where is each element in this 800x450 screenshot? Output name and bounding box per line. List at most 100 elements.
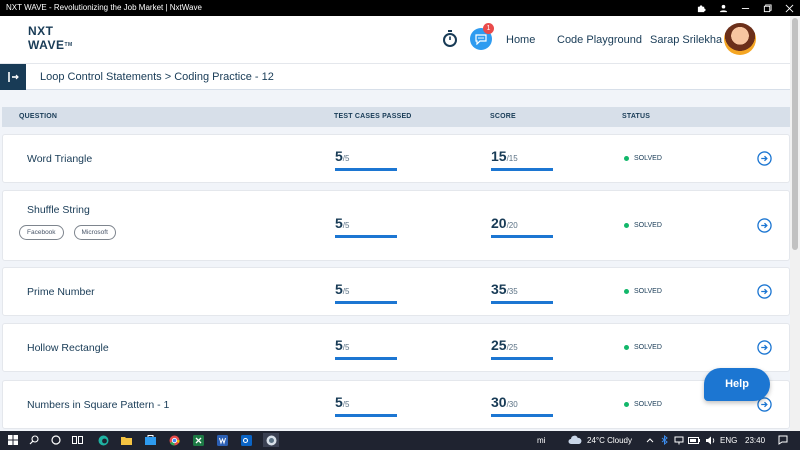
- scrollbar-thumb[interactable]: [792, 18, 798, 250]
- close-icon[interactable]: [778, 0, 800, 16]
- weather-text[interactable]: 24°C Cloudy: [587, 436, 632, 445]
- word-icon[interactable]: [215, 433, 229, 447]
- chrome-icon[interactable]: [167, 433, 181, 447]
- browser-app-icon[interactable]: [263, 433, 279, 447]
- tests-total-value: /5: [342, 221, 350, 230]
- logo-line-2: WAVE: [28, 38, 65, 52]
- arrow-right-circle-icon[interactable]: [757, 284, 772, 299]
- window-title: NXT WAVE - Revolutionizing the Job Marke…: [6, 3, 202, 12]
- notifications-icon[interactable]: [776, 433, 790, 447]
- user-name[interactable]: Sarap Srilekha: [650, 34, 722, 46]
- table-row[interactable]: Hollow Rectangle 5/5 25/25 SOLVED: [2, 323, 790, 372]
- breadcrumb-bar: Loop Control Statements > Coding Practic…: [0, 64, 790, 90]
- mi-label: mi: [537, 436, 546, 445]
- tests-passed-value: 5: [335, 337, 343, 353]
- tests-total-value: /5: [342, 154, 350, 163]
- puzzle-icon[interactable]: [690, 0, 712, 16]
- score-progress-bar: [491, 301, 553, 304]
- tests-total-value: /5: [342, 287, 350, 296]
- score: 35/35: [491, 281, 553, 304]
- sidebar-toggle-button[interactable]: [0, 64, 26, 90]
- tests-passed: 5/5: [335, 337, 397, 360]
- table-row[interactable]: Numbers in Square Pattern - 1 5/5 30/30 …: [2, 380, 790, 429]
- windows-icon[interactable]: [6, 433, 20, 447]
- nav-home-link[interactable]: Home: [506, 34, 535, 46]
- tests-progress-fill: [335, 301, 397, 304]
- avatar[interactable]: [724, 23, 756, 55]
- question-name[interactable]: Hollow Rectangle: [27, 342, 109, 354]
- clock[interactable]: 23:40: [745, 436, 765, 445]
- table-row[interactable]: Shuffle String Facebook Microsoft 5/5 20…: [2, 190, 790, 261]
- volume-icon[interactable]: [703, 433, 717, 447]
- status-label: SOLVED: [634, 344, 662, 351]
- help-button[interactable]: Help: [704, 368, 770, 401]
- status-dot: [624, 223, 629, 228]
- tests-progress-bar: [335, 357, 397, 360]
- status-label: SOLVED: [634, 288, 662, 295]
- cortana-icon[interactable]: [49, 433, 63, 447]
- status-label: SOLVED: [634, 401, 662, 408]
- score-progress-bar: [491, 235, 553, 238]
- question-name[interactable]: Shuffle String: [27, 204, 90, 216]
- score-total-value: /20: [506, 221, 518, 230]
- score-total-value: /25: [506, 343, 518, 352]
- task-view-icon[interactable]: [70, 433, 84, 447]
- score-progress-fill: [491, 357, 553, 360]
- edge-icon[interactable]: [96, 433, 110, 447]
- store-icon[interactable]: [143, 433, 157, 447]
- outlook-icon[interactable]: [239, 433, 253, 447]
- stopwatch-icon[interactable]: [442, 30, 458, 48]
- score-total-value: /30: [506, 400, 518, 409]
- search-icon[interactable]: [27, 433, 41, 447]
- network-icon[interactable]: [672, 433, 686, 447]
- question-name[interactable]: Numbers in Square Pattern - 1: [27, 399, 169, 411]
- arrow-right-circle-icon[interactable]: [757, 340, 772, 355]
- minimize-icon[interactable]: [734, 0, 756, 16]
- status-label: SOLVED: [634, 155, 662, 162]
- battery-icon[interactable]: [687, 433, 701, 447]
- company-tag[interactable]: Facebook: [19, 225, 64, 240]
- company-tag[interactable]: Microsoft: [73, 225, 116, 240]
- score-progress-bar: [491, 357, 553, 360]
- breadcrumb[interactable]: Loop Control Statements > Coding Practic…: [40, 71, 274, 83]
- arrow-right-circle-icon[interactable]: [757, 218, 772, 233]
- tests-passed: 5/5: [335, 148, 397, 171]
- header-tests: TEST CASES PASSED: [334, 113, 412, 120]
- bluetooth-icon[interactable]: [657, 433, 671, 447]
- question-name[interactable]: Prime Number: [27, 286, 95, 298]
- status-dot: [624, 289, 629, 294]
- tests-passed-value: 5: [335, 394, 343, 410]
- score: 25/25: [491, 337, 553, 360]
- vertical-scrollbar[interactable]: [790, 16, 800, 431]
- question-list: QUESTION TEST CASES PASSED SCORE STATUS …: [0, 90, 790, 431]
- tests-passed: 5/5: [335, 215, 397, 238]
- table-row[interactable]: Prime Number 5/5 35/35 SOLVED: [2, 267, 790, 316]
- profile-icon[interactable]: [712, 0, 734, 16]
- restore-icon[interactable]: [756, 0, 778, 16]
- logo-tm: TM: [64, 42, 73, 48]
- tests-progress-bar: [335, 168, 397, 171]
- score-progress-fill: [491, 168, 553, 171]
- score-progress-fill: [491, 414, 553, 417]
- excel-icon[interactable]: [191, 433, 205, 447]
- status-badge: SOLVED: [624, 344, 662, 351]
- tests-passed: 5/5: [335, 394, 397, 417]
- taskbar: mi 24°C Cloudy ENG 23:40: [0, 431, 800, 450]
- tests-progress-fill: [335, 414, 397, 417]
- status-badge: SOLVED: [624, 288, 662, 295]
- score-progress-fill: [491, 235, 553, 238]
- question-name[interactable]: Word Triangle: [27, 153, 92, 165]
- tests-progress-fill: [335, 168, 397, 171]
- tests-passed-value: 5: [335, 281, 343, 297]
- language-indicator[interactable]: ENG: [720, 436, 737, 445]
- status-dot: [624, 156, 629, 161]
- arrow-right-circle-icon[interactable]: [757, 151, 772, 166]
- nxtwave-logo[interactable]: NXT WAVETM: [28, 25, 78, 55]
- score-value: 25: [491, 337, 507, 353]
- nav-code-playground-link[interactable]: Code Playground: [557, 34, 642, 46]
- table-row[interactable]: Word Triangle 5/5 15/15 SOLVED: [2, 134, 790, 183]
- chevron-up-icon[interactable]: [643, 433, 657, 447]
- file-explorer-icon[interactable]: [119, 433, 133, 447]
- tests-progress-fill: [335, 357, 397, 360]
- tests-progress-bar: [335, 414, 397, 417]
